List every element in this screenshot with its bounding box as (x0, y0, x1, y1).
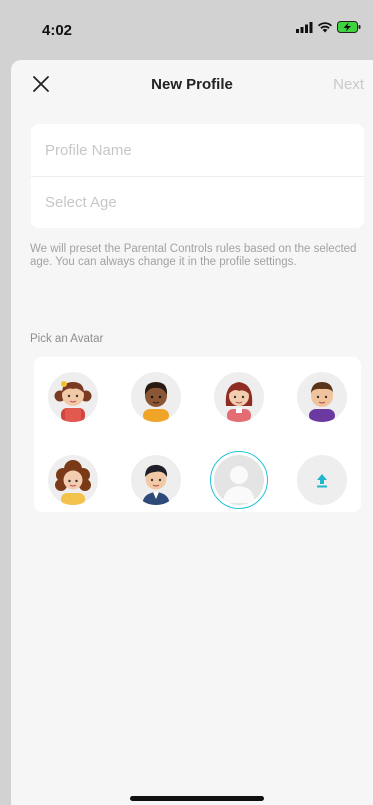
upload-icon (317, 474, 327, 488)
navigation-bar: New Profile Next (11, 60, 373, 110)
avatar-picker (34, 357, 361, 512)
home-indicator (130, 796, 264, 801)
avatar-boy-purple-shirt[interactable] (297, 372, 347, 422)
next-button[interactable]: Next (333, 76, 364, 93)
avatar-section-heading: Pick an Avatar (30, 333, 104, 345)
cellular-signal-icon (296, 21, 313, 33)
profile-form-card: Profile Name Select Age (31, 124, 364, 228)
select-age-field[interactable]: Select Age (31, 176, 364, 228)
status-time: 4:02 (42, 22, 73, 39)
page-title: New Profile (151, 76, 233, 93)
status-icons (296, 21, 361, 33)
avatar-boy-dark-skin[interactable] (131, 372, 181, 422)
profile-name-input[interactable]: Profile Name (31, 124, 364, 177)
status-bar: 4:02 (0, 0, 373, 56)
avatar-girl-red-hair[interactable] (214, 372, 264, 422)
wifi-icon (318, 22, 332, 33)
avatar-girl-curly-hair[interactable] (48, 455, 98, 505)
parental-controls-preset-note: We will preset the Parental Controls rul… (30, 243, 357, 268)
upload-avatar-button[interactable] (297, 455, 347, 505)
new-profile-sheet: New Profile Next Profile Name Select Age… (11, 60, 373, 805)
battery-charging-icon (337, 21, 361, 33)
avatar-girl-pigtails[interactable] (48, 372, 98, 422)
avatar-default-silhouette[interactable] (214, 455, 264, 505)
avatar-man-suit[interactable] (131, 455, 181, 505)
